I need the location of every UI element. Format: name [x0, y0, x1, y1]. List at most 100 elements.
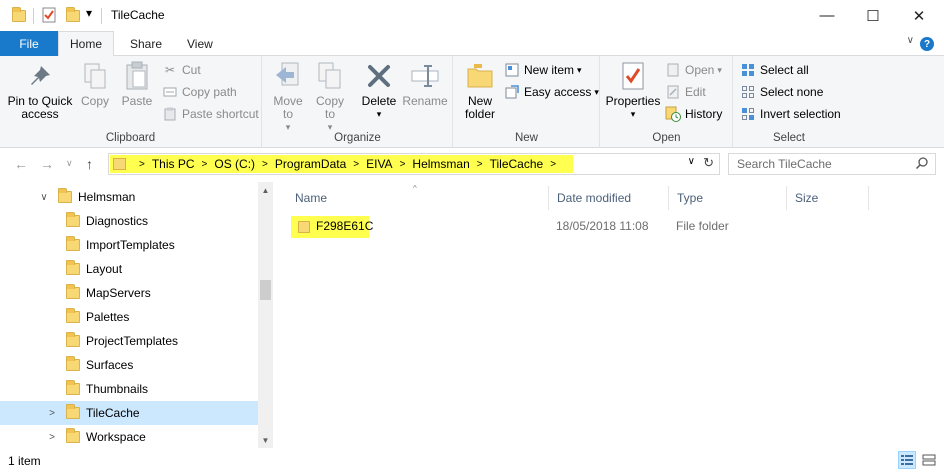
- tree-item-mapservers[interactable]: MapServers: [0, 281, 258, 305]
- delete-dropdown-icon: ▾: [376, 109, 382, 119]
- breadcrumb-chevron-icon[interactable]: >: [353, 159, 359, 170]
- properties-label: Properties: [605, 94, 661, 108]
- breadcrumb-chevron-icon[interactable]: >: [139, 159, 145, 170]
- tree-item-diagnostics[interactable]: Diagnostics: [0, 209, 258, 233]
- expand-chevron-icon[interactable]: >: [46, 408, 58, 419]
- help-icon[interactable]: ?: [920, 37, 934, 51]
- copy-to-button[interactable]: Copy to ▾: [311, 60, 349, 134]
- details-view-icon[interactable]: [898, 451, 916, 469]
- collapse-chevron-icon[interactable]: ∨: [38, 192, 50, 203]
- tree-item-surfaces[interactable]: Surfaces: [0, 353, 258, 377]
- ribbon-collapse-icon[interactable]: ∨: [907, 35, 914, 46]
- select-none-button[interactable]: Select none: [740, 82, 823, 102]
- copy-button[interactable]: Copy: [78, 60, 112, 108]
- large-icons-view-icon[interactable]: [920, 451, 938, 469]
- delete-label: Delete: [361, 94, 397, 108]
- properties-icon[interactable]: [42, 7, 56, 26]
- crumb-eiva[interactable]: EIVA: [366, 157, 392, 171]
- column-header-name[interactable]: Name: [287, 186, 549, 210]
- search-box[interactable]: [728, 153, 936, 175]
- new-folder-button[interactable]: New folder: [460, 60, 500, 121]
- delete-button[interactable]: Delete ▾: [359, 60, 399, 121]
- properties-button[interactable]: Properties ▾: [603, 60, 663, 121]
- copy-path-button[interactable]: Copy path: [162, 82, 237, 102]
- select-none-label: Select none: [760, 85, 824, 99]
- pin-to-quick-access-button[interactable]: Pin to Quick access: [6, 60, 74, 121]
- ribbon: Pin to Quick access Copy Paste ✂ Cut Cop…: [0, 56, 944, 148]
- tree-item-helmsman[interactable]: ∨ Helmsman: [0, 185, 258, 209]
- crumb-helmsman[interactable]: Helmsman: [412, 157, 469, 171]
- new-folder-icon: [464, 60, 496, 92]
- file-type: File folder: [676, 219, 729, 233]
- address-dropdown-icon[interactable]: ∨: [688, 156, 695, 167]
- table-row[interactable]: F298E61C 18/05/2018 11:08 File folder: [273, 214, 944, 238]
- breadcrumb-chevron-icon[interactable]: >: [550, 159, 556, 170]
- search-icon[interactable]: [915, 156, 929, 173]
- scroll-up-icon[interactable]: ▲: [258, 182, 273, 198]
- quick-access-dropdown[interactable]: ▾: [86, 6, 92, 20]
- new-item-button[interactable]: New item ▾: [504, 60, 582, 80]
- minimize-button[interactable]: —: [804, 0, 850, 31]
- tree-item-projecttemplates[interactable]: ProjectTemplates: [0, 329, 258, 353]
- cut-button[interactable]: ✂ Cut: [162, 60, 201, 80]
- forward-arrow-icon[interactable]: →: [40, 156, 54, 172]
- tree-item-tilecache[interactable]: > TileCache: [0, 401, 258, 425]
- edit-label: Edit: [685, 85, 706, 99]
- easy-access-button[interactable]: Easy access ▾: [504, 82, 599, 102]
- copy-path-icon: [162, 84, 178, 100]
- organize-group: Move to ▾ Copy to ▾ Delete ▾ Rename Orga…: [263, 56, 453, 148]
- move-to-button[interactable]: Move to ▾: [269, 60, 307, 134]
- tab-home[interactable]: Home: [58, 31, 114, 57]
- file-name[interactable]: F298E61C: [316, 214, 373, 238]
- scrollbar-thumb[interactable]: [260, 280, 271, 300]
- tab-view[interactable]: View: [175, 31, 225, 56]
- copy-path-label: Copy path: [182, 85, 237, 99]
- search-input[interactable]: [729, 154, 909, 174]
- folder-icon: [66, 236, 80, 251]
- breadcrumb-chevron-icon[interactable]: >: [262, 159, 268, 170]
- recent-locations-chevron-icon[interactable]: ∨: [66, 158, 73, 169]
- column-header-size[interactable]: Size: [787, 186, 869, 210]
- refresh-icon[interactable]: ↻: [703, 155, 714, 171]
- close-button[interactable]: ✕: [896, 0, 942, 31]
- back-arrow-icon[interactable]: ←: [14, 156, 28, 172]
- maximize-button[interactable]: ☐: [850, 0, 896, 31]
- expand-chevron-icon[interactable]: >: [46, 432, 58, 443]
- select-all-button[interactable]: Select all: [740, 60, 809, 80]
- tree-item-palettes[interactable]: Palettes: [0, 305, 258, 329]
- crumb-programdata[interactable]: ProgramData: [275, 157, 346, 171]
- tab-share[interactable]: Share: [118, 31, 174, 56]
- tab-file[interactable]: File: [0, 31, 58, 56]
- edit-button[interactable]: Edit: [665, 82, 706, 102]
- breadcrumb-chevron-icon[interactable]: >: [400, 159, 406, 170]
- rename-button[interactable]: Rename: [401, 60, 449, 108]
- scroll-down-icon[interactable]: ▼: [258, 432, 273, 448]
- tree-item-label: Helmsman: [78, 190, 136, 204]
- breadcrumb-chevron-icon[interactable]: >: [477, 159, 483, 170]
- column-header-date-modified[interactable]: Date modified: [549, 186, 669, 210]
- folder-icon: [66, 308, 80, 323]
- column-header-type[interactable]: Type: [669, 186, 787, 210]
- new-folder-icon[interactable]: [66, 7, 80, 22]
- crumb-tilecache[interactable]: TileCache: [490, 157, 544, 171]
- up-arrow-icon[interactable]: ↑: [86, 156, 93, 172]
- crumb-this-pc[interactable]: This PC: [152, 157, 195, 171]
- properties-dropdown-icon: ▾: [630, 109, 636, 119]
- tree-item-layout[interactable]: Layout: [0, 257, 258, 281]
- file-list: ^ Name Date modified Type Size F298E61C …: [273, 182, 944, 448]
- address-bar[interactable]: > This PC > OS (C:) > ProgramData > EIVA…: [108, 153, 720, 175]
- breadcrumb-chevron-icon[interactable]: >: [202, 159, 208, 170]
- open-button[interactable]: Open ▾: [665, 60, 722, 80]
- properties-icon: [617, 60, 649, 92]
- history-button[interactable]: History: [665, 104, 722, 124]
- tree-item-thumbnails[interactable]: Thumbnails: [0, 377, 258, 401]
- crumb-os-c[interactable]: OS (C:): [214, 157, 255, 171]
- invert-selection-label: Invert selection: [760, 107, 841, 121]
- easy-access-dropdown-icon: ▾: [594, 86, 599, 97]
- tree-item-workspace[interactable]: > Workspace: [0, 425, 258, 448]
- navigation-scrollbar[interactable]: ▲ ▼: [258, 182, 273, 448]
- paste-shortcut-button[interactable]: Paste shortcut: [162, 104, 259, 124]
- invert-selection-button[interactable]: Invert selection: [740, 104, 841, 124]
- paste-button[interactable]: Paste: [118, 60, 156, 108]
- tree-item-importtemplates[interactable]: ImportTemplates: [0, 233, 258, 257]
